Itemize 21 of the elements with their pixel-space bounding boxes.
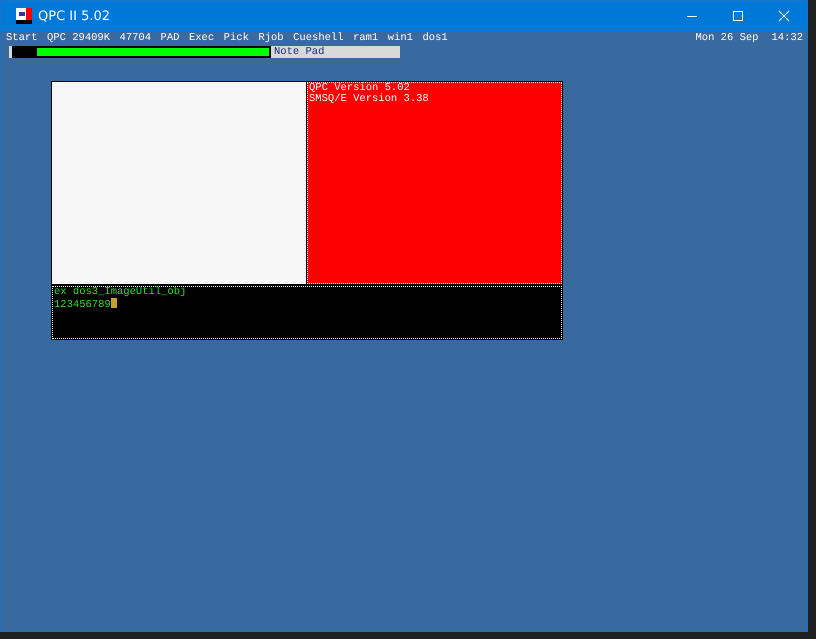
menu-item[interactable]: QPC 29409K bbox=[47, 32, 110, 45]
menu-item[interactable]: Pick bbox=[224, 32, 249, 45]
version-text: SMSQ/E Version 3.38 bbox=[309, 93, 429, 105]
menu-item[interactable]: Rjob bbox=[258, 32, 284, 45]
date-text: Mon 26 Sep bbox=[695, 32, 758, 45]
menu-item[interactable]: dos1 bbox=[422, 32, 448, 45]
menu-item[interactable]: ram1 bbox=[353, 32, 378, 45]
menu-item[interactable]: PAD bbox=[160, 32, 180, 45]
menu-item[interactable]: Cueshell bbox=[293, 32, 344, 45]
cursor-icon bbox=[110, 298, 117, 308]
app-logo-icon bbox=[16, 8, 32, 24]
menu-item[interactable]: win1 bbox=[388, 32, 413, 45]
note-pad-button[interactable]: Note Pad bbox=[274, 46, 324, 58]
time-text: 14:32 bbox=[771, 32, 803, 45]
menu-item[interactable]: 47704 bbox=[120, 32, 152, 45]
menu-item[interactable]: Exec bbox=[188, 32, 214, 45]
console-line: ex dos3_ImageUtil_obj bbox=[54, 286, 186, 298]
version-text: QPC Version 5.02 bbox=[309, 82, 410, 94]
window-title: QPC II 5.02 bbox=[38, 8, 112, 24]
console-line: 123456789 bbox=[54, 299, 111, 311]
menu-item[interactable]: Start bbox=[6, 32, 38, 45]
